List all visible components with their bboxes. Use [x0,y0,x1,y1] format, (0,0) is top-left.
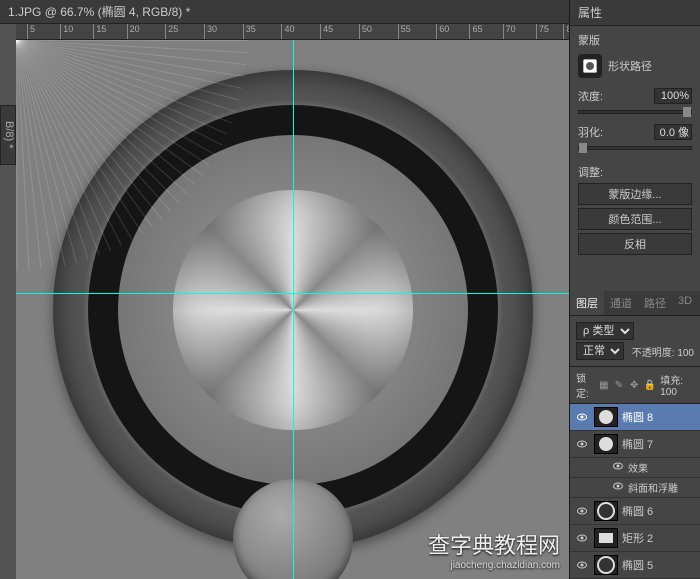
doc-at: @ [41,5,60,19]
tab-channels[interactable]: 通道 [604,291,638,315]
watermark-main: 查字典教程网 [428,533,560,558]
ruler-tick: 35 [243,24,256,40]
doc-zoom: 66.7% [60,5,94,19]
lock-label: 锁定: [576,370,594,400]
layer-thumb[interactable] [594,528,618,548]
tab-layers[interactable]: 图层 [570,291,604,315]
fx-bevel-label: 斜面和浮雕 [628,480,678,495]
mask-edge-button[interactable]: 蒙版边缘... [578,183,692,205]
tab-3d[interactable]: 3D [672,291,698,315]
lock-transparent-icon[interactable]: ▦ [598,378,609,392]
visibility-icon[interactable] [574,557,590,573]
blend-mode-select[interactable]: 正常 [576,342,624,360]
feather-input[interactable] [654,124,692,140]
ruler-tick: 30 [204,24,217,40]
right-panels: 属性 蒙版 形状路径 浓度: 羽化: 调整: 蒙版边缘... 颜色范围... 反… [569,0,700,579]
layer-thumb[interactable] [594,407,618,427]
opacity-label: 不透明度: [632,348,675,359]
layer-name[interactable]: 椭圆 5 [622,557,653,573]
guide-horizontal[interactable] [16,293,569,294]
ruler-tick: 15 [93,24,106,40]
lock-move-icon[interactable]: ✥ [629,378,640,392]
layer-thumb[interactable] [594,434,618,454]
visibility-icon[interactable] [574,530,590,546]
doc-mode: (椭圆 4, RGB/8) [98,3,183,20]
density-label: 浓度: [578,88,603,104]
ruler-tick: 50 [359,24,372,40]
shape-path-label: 形状路径 [608,58,652,74]
fill-value[interactable]: 100 [660,387,677,398]
layer-row[interactable]: 椭圆 6 [570,498,700,525]
layer-name[interactable]: 矩形 2 [622,530,653,546]
tab-paths[interactable]: 路径 [638,291,672,315]
layer-thumb[interactable] [594,555,618,575]
visibility-icon[interactable] [574,503,590,519]
ruler-tick: 40 [281,24,294,40]
fill-label: 填充: [660,376,683,387]
visibility-icon[interactable] [612,480,624,495]
properties-panel-title[interactable]: 属性 [570,0,700,26]
vector-mask-icon[interactable] [578,54,602,78]
ruler-tick: 75 [536,24,549,40]
ruler-tick: 55 [398,24,411,40]
density-slider[interactable] [578,110,692,114]
feather-slider[interactable] [578,146,692,150]
watermark-sub: jiaocheng.chazidian.com [428,560,560,571]
layer-row[interactable]: 椭圆 7 [570,431,700,458]
opacity-value[interactable]: 100 [677,348,694,359]
layer-list: 椭圆 8 椭圆 7 效果 斜面和浮雕 椭圆 6 矩形 2 椭圆 5 [570,404,700,579]
ruler-tick: 20 [127,24,140,40]
layers-panel-tabs: 图层 通道 路径 3D [570,291,700,316]
ruler-horizontal[interactable]: 5 10 15 20 25 30 35 40 45 50 55 60 65 70… [16,24,569,40]
layer-kind-filter[interactable]: ρ 类型 [576,322,634,340]
density-input[interactable] [654,88,692,104]
ruler-tick: 65 [469,24,482,40]
visibility-icon[interactable] [574,436,590,452]
ruler-tick: 5 [27,24,35,40]
layer-row[interactable]: 椭圆 8 [570,404,700,431]
doc-filename: 1.JPG [8,5,41,19]
canvas[interactable] [16,40,569,579]
ruler-tick: 25 [165,24,178,40]
ruler-tick: 70 [503,24,516,40]
layer-row[interactable]: 椭圆 5 [570,552,700,579]
watermark: 查字典教程网 jiaocheng.chazidian.com [428,528,560,571]
layer-thumb[interactable] [594,501,618,521]
visibility-icon[interactable] [574,409,590,425]
adjust-label: 调整: [578,164,692,180]
invert-button[interactable]: 反相 [578,233,692,255]
layer-fx-row[interactable]: 效果 [570,458,700,478]
visibility-icon[interactable] [612,460,624,475]
guide-vertical[interactable] [293,40,294,579]
ruler-tick: 10 [60,24,73,40]
secondary-doc-tab[interactable]: B/8) * [0,105,16,165]
lock-brush-icon[interactable]: ✎ [613,378,624,392]
properties-panel-body: 蒙版 形状路径 浓度: 羽化: 调整: 蒙版边缘... 颜色范围... 反相 [570,26,700,264]
feather-label: 羽化: [578,124,603,140]
layer-fx-bevel[interactable]: 斜面和浮雕 [570,478,700,498]
layer-name[interactable]: 椭圆 8 [622,409,653,425]
ruler-tick: 60 [436,24,449,40]
layer-name[interactable]: 椭圆 6 [622,503,653,519]
layer-row[interactable]: 矩形 2 [570,525,700,552]
color-range-button[interactable]: 颜色范围... [578,208,692,230]
mask-section-label: 蒙版 [578,32,692,48]
lock-all-icon[interactable]: 🔒 [644,378,656,392]
ruler-tick: 45 [320,24,333,40]
layer-name[interactable]: 椭圆 7 [622,436,653,452]
fx-effects-label: 效果 [628,460,648,475]
doc-star: * [182,5,190,19]
